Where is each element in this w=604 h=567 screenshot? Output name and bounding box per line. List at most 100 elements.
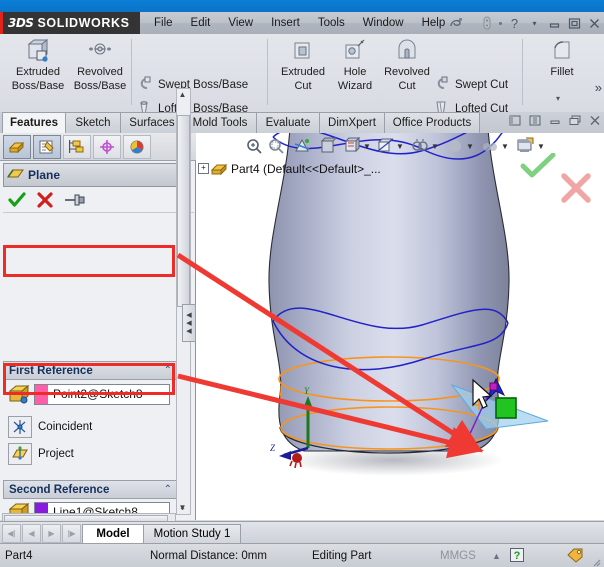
menu-tools[interactable]: Tools xyxy=(309,15,354,31)
status-units[interactable]: MMGS xyxy=(440,550,476,562)
section-view-icon[interactable] xyxy=(293,136,311,156)
edit-appearance-icon[interactable]: ▼ xyxy=(411,136,439,156)
first-reference-project-option[interactable]: Project xyxy=(8,443,168,465)
solidworks-swirl-icon[interactable] xyxy=(448,15,464,31)
model-tab[interactable]: Model xyxy=(82,524,144,544)
command-manager-tabs: Features Sketch Surfaces Mold Tools Eval… xyxy=(0,112,604,134)
units-dropdown-icon[interactable]: ▲ xyxy=(492,551,501,561)
view-settings-icon[interactable]: ▼ xyxy=(481,136,509,156)
hole-wizard-button[interactable]: Hole Wizard xyxy=(325,38,385,92)
tab-features[interactable]: Features xyxy=(2,112,66,134)
swept-cut-button[interactable]: Swept Cut xyxy=(432,74,508,96)
first-reference-project-label: Project xyxy=(38,448,74,460)
red-x-icon[interactable] xyxy=(36,192,54,208)
zoom-to-area-icon[interactable] xyxy=(268,136,285,156)
display-style-icon[interactable]: ▼ xyxy=(343,136,371,156)
document-tab-bar: ◀| ◀ ▶ |▶ Model Motion Study 1 xyxy=(0,521,604,544)
tag-icon[interactable] xyxy=(566,547,584,566)
previous-window-icon[interactable] xyxy=(508,114,521,126)
tab-office-products[interactable]: Office Products xyxy=(384,112,480,133)
graphics-area[interactable]: Y Z ▼ ▼ ▼ ▼ ▼ ▼ + Part4 (Default<<Defaul… xyxy=(196,133,604,520)
pushpin-icon[interactable] xyxy=(64,192,86,208)
revolved-cut-label-2: Cut xyxy=(398,80,416,92)
reference-point-marker xyxy=(461,437,471,447)
restore-icon[interactable] xyxy=(567,16,582,31)
document-window-controls xyxy=(508,114,601,126)
tab-mold-tools[interactable]: Mold Tools xyxy=(183,112,257,133)
chevron-down-icon[interactable]: ▾ xyxy=(527,16,542,31)
question-badge-icon[interactable]: ? xyxy=(510,547,524,565)
tab-evaluate[interactable]: Evaluate xyxy=(256,112,320,133)
motion-study-tab[interactable]: Motion Study 1 xyxy=(143,524,241,544)
menu-view[interactable]: View xyxy=(219,15,262,31)
menu-file[interactable]: File xyxy=(145,15,182,31)
part-icon xyxy=(211,163,228,176)
green-square-handle xyxy=(495,397,517,419)
hide-show-items-icon[interactable]: ▼ xyxy=(376,136,404,156)
tab-surfaces[interactable]: Surfaces xyxy=(120,112,184,133)
dimxpert-manager-tab[interactable] xyxy=(93,134,121,159)
swept-boss-base-label: Swept Boss/Base xyxy=(158,79,249,91)
prev-tab-button[interactable]: ◀ xyxy=(22,524,41,543)
green-check-icon[interactable] xyxy=(8,192,26,208)
model-3d-view[interactable]: Y Z xyxy=(196,133,604,520)
first-tab-button[interactable]: ◀| xyxy=(2,524,21,543)
flyout-tree-root[interactable]: + Part4 (Default<<Default>_... xyxy=(198,161,381,176)
extruded-boss-base-button[interactable]: Extruded Boss/Base xyxy=(8,38,68,92)
chevron-down-icon[interactable]: ▼ xyxy=(466,142,474,151)
panel-splitter-grip[interactable]: ◀ ◀ ◀ xyxy=(182,304,196,342)
chevron-down-icon[interactable]: ▼ xyxy=(396,142,404,151)
property-manager-scrollbar[interactable]: ▲ ▼ xyxy=(176,88,191,515)
display-manager-tab[interactable] xyxy=(123,134,151,159)
chevron-down-icon[interactable]: ▼ xyxy=(537,142,545,151)
expand-icon[interactable]: + xyxy=(198,163,209,174)
confirm-ok-icon[interactable] xyxy=(520,153,556,179)
menu-window[interactable]: Window xyxy=(354,15,413,31)
ribbon-overflow-icon[interactable]: » xyxy=(595,80,602,95)
chevron-down-icon[interactable]: ▼ xyxy=(363,142,371,151)
swept-cut-label: Swept Cut xyxy=(455,79,509,91)
tab-nav-buttons: ◀| ◀ ▶ |▶ xyxy=(2,524,81,543)
panel-scroll-down-icon[interactable]: ⌄ xyxy=(176,502,189,515)
minimize-icon[interactable] xyxy=(547,16,562,31)
flyout-toolbar-icon[interactable] xyxy=(479,16,494,31)
first-reference-coincident-option[interactable]: Coincident xyxy=(8,416,168,438)
tab-sketch[interactable]: Sketch xyxy=(65,112,121,133)
collapse-chevron-icon[interactable]: ⌃ xyxy=(164,484,172,495)
resize-grip-icon[interactable] xyxy=(590,556,601,567)
menu-insert[interactable]: Insert xyxy=(262,15,309,31)
doc-minimize-icon[interactable] xyxy=(548,114,561,126)
tab-dimxpert[interactable]: DimXpert xyxy=(319,112,385,133)
fillet-button[interactable]: Fillet xyxy=(532,38,592,78)
revolved-cut-button[interactable]: Revolved Cut xyxy=(377,38,437,92)
view-orientation-icon[interactable] xyxy=(318,136,336,156)
hole-wizard-label-2: Wizard xyxy=(337,80,373,92)
chevron-down-icon[interactable]: ▼ xyxy=(431,142,439,151)
chevron-down-icon[interactable]: ▼ xyxy=(501,142,509,151)
menu-edit[interactable]: Edit xyxy=(182,15,220,31)
second-reference-section-header[interactable]: Second Reference ⌃ xyxy=(3,480,177,499)
next-window-icon[interactable] xyxy=(528,114,541,126)
ribbon-divider xyxy=(522,39,523,105)
property-manager-tab[interactable] xyxy=(33,134,61,159)
configuration-manager-tab[interactable] xyxy=(63,134,91,159)
revolved-boss-base-button[interactable]: Revolved Boss/Base xyxy=(70,38,130,92)
revolved-boss-base-label-1: Revolved xyxy=(77,66,123,78)
close-icon[interactable] xyxy=(587,16,602,31)
feature-tree-tab[interactable] xyxy=(3,134,31,159)
help-icon[interactable]: ? xyxy=(507,16,522,31)
apply-scene-icon[interactable]: ▼ xyxy=(446,136,474,156)
status-bar: Part4 Normal Distance: 0mm Editing Part … xyxy=(0,543,604,567)
doc-restore-icon[interactable] xyxy=(568,114,581,126)
next-tab-button[interactable]: ▶ xyxy=(42,524,61,543)
swept-boss-base-button[interactable]: Swept Boss/Base xyxy=(135,74,248,96)
scrollbar-thumb[interactable] xyxy=(177,115,190,307)
fillet-icon xyxy=(549,38,575,64)
last-tab-button[interactable]: |▶ xyxy=(62,524,81,543)
extruded-cut-label-1: Extruded xyxy=(280,66,326,78)
zoom-to-fit-icon[interactable] xyxy=(246,136,263,156)
extruded-cut-button[interactable]: Extruded Cut xyxy=(273,38,333,92)
fillet-dropdown-icon[interactable]: ▾ xyxy=(551,94,565,103)
doc-close-icon[interactable] xyxy=(588,114,601,126)
confirm-cancel-icon[interactable] xyxy=(560,173,592,203)
